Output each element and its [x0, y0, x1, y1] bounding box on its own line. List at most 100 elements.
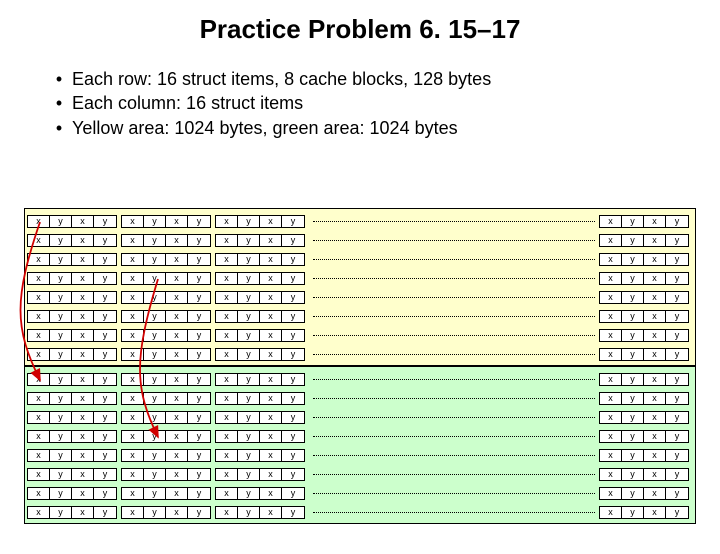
- struct-cell: x: [122, 431, 144, 442]
- struct-cell: y: [622, 254, 644, 265]
- struct-cell: y: [50, 254, 72, 265]
- struct-cell: y: [238, 254, 260, 265]
- cache-block: xyxy: [27, 411, 117, 424]
- cache-block: xyxy: [215, 392, 305, 405]
- struct-cell: x: [216, 393, 238, 404]
- cache-block: xyxy: [121, 449, 211, 462]
- cache-block: xyxy: [599, 392, 689, 405]
- struct-cell: y: [282, 349, 304, 360]
- struct-cell: y: [622, 330, 644, 341]
- struct-cell: y: [188, 254, 210, 265]
- struct-cell: y: [282, 393, 304, 404]
- struct-cell: x: [600, 292, 622, 303]
- struct-cell: x: [122, 311, 144, 322]
- struct-cell: x: [28, 216, 50, 227]
- struct-cell: y: [238, 216, 260, 227]
- struct-cell: x: [122, 235, 144, 246]
- struct-cell: x: [166, 393, 188, 404]
- ellipsis-icon: [313, 315, 595, 317]
- bullet-dot-icon: •: [52, 91, 66, 115]
- struct-cell: x: [260, 254, 282, 265]
- struct-cell: x: [216, 507, 238, 518]
- struct-cell: y: [144, 488, 166, 499]
- struct-cell: y: [94, 311, 116, 322]
- yellow-zone: xyxyxyxyxyxyxyxyxyxyxyxyxyxyxyxyxyxyxyxy…: [24, 208, 696, 366]
- struct-cell: x: [72, 374, 94, 385]
- struct-cell: x: [72, 469, 94, 480]
- struct-cell: x: [28, 412, 50, 423]
- ellipsis-icon: [313, 397, 595, 399]
- cache-block: xyxy: [599, 430, 689, 443]
- struct-cell: y: [50, 273, 72, 284]
- grid-row: xyxyxyxyxyxyxyxy: [27, 371, 693, 387]
- struct-cell: y: [666, 235, 688, 246]
- cache-block: xyxy: [27, 430, 117, 443]
- struct-cell: x: [166, 292, 188, 303]
- struct-cell: x: [122, 412, 144, 423]
- struct-cell: y: [144, 374, 166, 385]
- struct-cell: x: [216, 235, 238, 246]
- grid-row: xyxyxyxyxyxyxyxy: [27, 308, 693, 324]
- struct-cell: x: [72, 235, 94, 246]
- struct-cell: y: [188, 507, 210, 518]
- struct-cell: x: [28, 507, 50, 518]
- struct-cell: y: [144, 216, 166, 227]
- cache-block: xyxy: [215, 506, 305, 519]
- struct-cell: x: [72, 330, 94, 341]
- struct-cell: y: [94, 450, 116, 461]
- cache-block: xyxy: [599, 468, 689, 481]
- ellipsis-icon: [313, 353, 595, 355]
- struct-cell: y: [188, 292, 210, 303]
- cache-block: xyxy: [121, 487, 211, 500]
- ellipsis-icon: [313, 239, 595, 241]
- struct-cell: y: [94, 469, 116, 480]
- struct-cell: x: [122, 488, 144, 499]
- struct-cell: x: [166, 311, 188, 322]
- struct-cell: x: [260, 431, 282, 442]
- struct-cell: x: [28, 330, 50, 341]
- struct-cell: x: [260, 412, 282, 423]
- struct-cell: y: [282, 273, 304, 284]
- bullet-text: Each row: 16 struct items, 8 cache block…: [72, 67, 491, 91]
- struct-cell: y: [238, 469, 260, 480]
- struct-cell: y: [94, 374, 116, 385]
- struct-cell: y: [622, 311, 644, 322]
- struct-cell: x: [260, 216, 282, 227]
- struct-cell: x: [644, 292, 666, 303]
- ellipsis-icon: [313, 220, 595, 222]
- struct-cell: x: [28, 469, 50, 480]
- cache-block: xyxy: [215, 411, 305, 424]
- struct-cell: x: [28, 349, 50, 360]
- struct-cell: y: [282, 488, 304, 499]
- ellipsis-icon: [313, 296, 595, 298]
- struct-cell: y: [50, 488, 72, 499]
- struct-cell: x: [122, 330, 144, 341]
- cache-block: xyxy: [27, 373, 117, 386]
- cache-block: xyxy: [215, 310, 305, 323]
- struct-cell: y: [282, 412, 304, 423]
- cache-block: xyxy: [27, 234, 117, 247]
- struct-cell: x: [166, 450, 188, 461]
- struct-cell: x: [644, 507, 666, 518]
- cache-grid: xyxyxyxyxyxyxyxyxyxyxyxyxyxyxyxyxyxyxyxy…: [24, 208, 696, 524]
- struct-cell: x: [644, 254, 666, 265]
- cache-block: xyxy: [215, 373, 305, 386]
- struct-cell: x: [72, 292, 94, 303]
- struct-cell: y: [188, 311, 210, 322]
- cache-block: xyxy: [215, 272, 305, 285]
- struct-cell: x: [216, 349, 238, 360]
- struct-cell: y: [144, 235, 166, 246]
- struct-cell: y: [50, 311, 72, 322]
- cache-block: xyxy: [121, 215, 211, 228]
- struct-cell: x: [122, 273, 144, 284]
- struct-cell: y: [50, 330, 72, 341]
- struct-cell: x: [216, 311, 238, 322]
- struct-cell: x: [600, 235, 622, 246]
- struct-cell: y: [282, 431, 304, 442]
- cache-block: xyxy: [27, 348, 117, 361]
- struct-cell: y: [50, 469, 72, 480]
- struct-cell: y: [94, 412, 116, 423]
- cache-block: xyxy: [121, 411, 211, 424]
- grid-row: xyxyxyxyxyxyxyxy: [27, 232, 693, 248]
- cache-block: xyxy: [599, 272, 689, 285]
